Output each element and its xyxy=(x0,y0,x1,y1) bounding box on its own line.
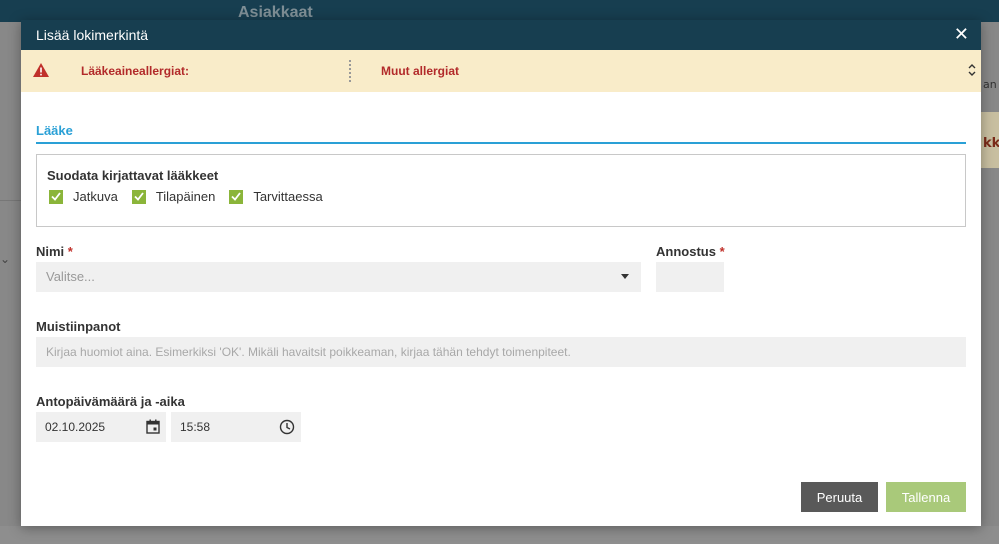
filter-temporary[interactable]: Tilapäinen xyxy=(131,189,216,204)
allergy-bar: Lääkeaineallergiat: Muut allergiat xyxy=(21,50,981,92)
medicine-filter: Suodata kirjattavat lääkkeet Jatkuva Til… xyxy=(36,154,966,227)
clock-icon[interactable] xyxy=(279,419,295,439)
save-button[interactable]: Tallenna xyxy=(886,482,966,512)
time-value: 15:58 xyxy=(180,420,211,434)
checkbox-label: Tarvittaessa xyxy=(253,189,323,204)
filter-title: Suodata kirjattavat lääkkeet xyxy=(47,168,219,183)
checkbox-label: Tilapäinen xyxy=(155,189,216,204)
cancel-button[interactable]: Peruuta xyxy=(801,482,878,512)
medicine-select[interactable]: Valitse... xyxy=(36,262,641,292)
dose-field-label: Annostus * xyxy=(656,244,725,259)
other-allergies-label: Muut allergiat xyxy=(381,64,460,78)
chevron-down-icon: ⌄ xyxy=(0,252,11,266)
warning-triangle-icon xyxy=(32,62,50,82)
calendar-icon[interactable] xyxy=(146,419,160,438)
name-field-label: Nimi * xyxy=(36,244,73,259)
date-input[interactable]: 02.10.2025 xyxy=(36,412,166,442)
background-text: an xyxy=(983,78,997,91)
checkbox-label: Jatkuva xyxy=(73,189,118,204)
notes-input[interactable] xyxy=(36,337,966,367)
close-icon[interactable]: ✕ xyxy=(954,26,969,44)
dialog-title: Lisää lokimerkintä xyxy=(36,27,149,43)
datetime-label: Antopäivämäärä ja -aika xyxy=(36,394,185,409)
dialog-header: Lisää lokimerkintä ✕ xyxy=(21,20,981,50)
time-input[interactable]: 15:58 xyxy=(171,412,301,442)
filter-as-needed[interactable]: Tarvittaessa xyxy=(229,189,323,204)
checkbox-checked-icon[interactable] xyxy=(229,189,244,204)
expand-collapse-icon[interactable] xyxy=(967,62,977,78)
background-banner-text: kk xyxy=(983,136,999,151)
dose-input[interactable] xyxy=(656,262,724,292)
checkbox-checked-icon[interactable] xyxy=(49,189,63,204)
tab-medicine[interactable]: Lääke xyxy=(36,123,73,138)
add-log-entry-dialog: Lisää lokimerkintä ✕ Lääkeaineallergiat:… xyxy=(21,20,981,526)
app-header: Asiakkaat xyxy=(0,0,999,22)
dose-label-text: Annostus xyxy=(656,244,716,259)
tab-bar: Lääke xyxy=(36,120,966,144)
drug-allergies-label: Lääkeaineallergiat: xyxy=(81,64,190,78)
select-placeholder: Valitse... xyxy=(46,269,95,284)
name-label-text: Nimi xyxy=(36,244,65,259)
notes-label: Muistiinpanot xyxy=(36,319,121,334)
caret-down-icon xyxy=(621,274,629,279)
required-marker: * xyxy=(67,244,73,259)
date-value: 02.10.2025 xyxy=(45,420,106,434)
filter-continuous[interactable]: Jatkuva xyxy=(49,189,118,204)
checkbox-checked-icon[interactable] xyxy=(131,189,146,204)
required-marker: * xyxy=(719,244,725,259)
background-divider xyxy=(0,200,22,201)
background-footer xyxy=(0,526,999,544)
allergy-divider xyxy=(349,60,351,82)
